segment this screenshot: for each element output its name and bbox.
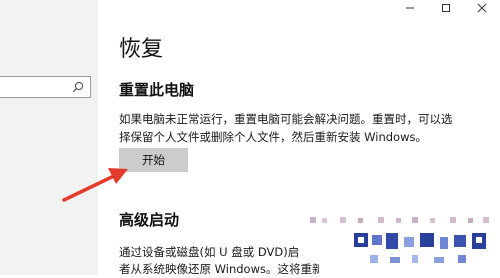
page-title: 恢复	[119, 37, 164, 62]
search-icon	[72, 81, 84, 93]
advanced-startup-heading: 高级启动	[119, 211, 180, 229]
reset-description-line-2: 择保留个人文件或删除个人文件，然后重新安装 Windows。	[119, 130, 427, 144]
minimize-icon	[406, 7, 414, 9]
advanced-description-line-2: 者从系统映像还原 Windows。这将重新启动电	[119, 262, 319, 276]
minimize-button[interactable]	[392, 0, 428, 16]
advanced-description-line-1: 通过设备或磁盘(如 U 盘或 DVD)启	[119, 245, 300, 259]
sidebar	[0, 0, 98, 275]
reset-pc-description: 如果电脑未正常运行，重置电脑可能会解决问题。重置时，可以选 择保留个人文件或删除…	[119, 110, 464, 146]
maximize-button[interactable]	[428, 0, 464, 16]
search-input[interactable]	[0, 76, 91, 98]
advanced-startup-description: 通过设备或磁盘(如 U 盘或 DVD)启 者从系统映像还原 Windows。这将…	[119, 244, 319, 278]
start-reset-button[interactable]: 开始	[119, 148, 188, 172]
window-caption-buttons	[392, 0, 500, 16]
reset-description-line-1: 如果电脑未正常运行，重置电脑可能会解决问题。重置时，可以选	[119, 112, 453, 126]
maximize-icon	[442, 4, 450, 12]
reset-pc-heading: 重置此电脑	[119, 81, 195, 99]
close-icon	[477, 3, 487, 13]
close-button[interactable]	[464, 0, 500, 16]
